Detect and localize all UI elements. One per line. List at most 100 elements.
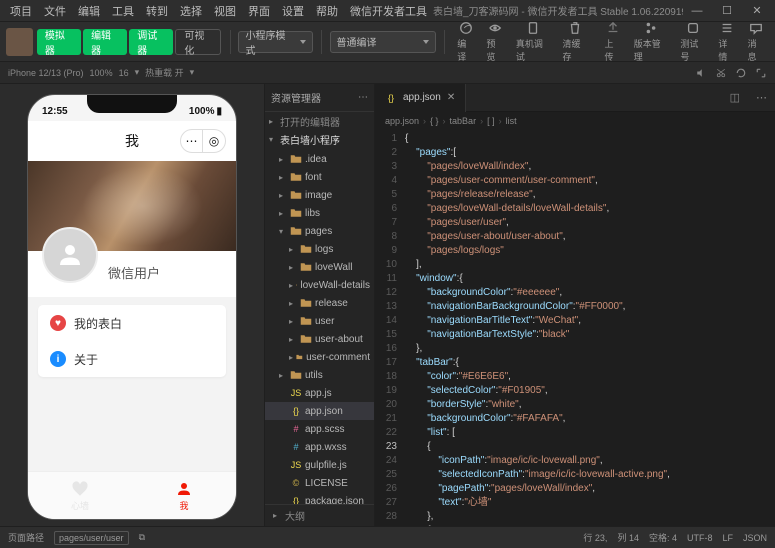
tree-loveWall[interactable]: ▸loveWall [265,258,374,276]
indent[interactable]: 空格: 4 [649,531,677,544]
mode-select[interactable]: 小程序模式 [238,31,312,53]
open-editors-section[interactable]: ▸打开的编辑器 [265,112,374,130]
copy-icon[interactable]: ⧉ [139,532,145,543]
window-title: 表白墙_刀客源码网 - 微信开发者工具 Stable 1.06.2209190 [433,3,683,18]
toolbar-模拟器[interactable]: 模拟器 [37,29,81,55]
menu-dots-icon[interactable]: ⋯ [181,130,203,152]
more-icon[interactable]: ⋯ [358,92,368,103]
tree-app.json[interactable]: {}app.json [265,402,374,420]
nav-header: 我 ⋯ ◎ [28,121,236,161]
test-button[interactable]: 测试号 [676,21,710,63]
tree-font[interactable]: ▸font [265,168,374,186]
compile-button[interactable]: 编译 [453,21,478,63]
menu-选择[interactable]: 选择 [174,3,208,19]
target-icon[interactable]: ◎ [203,130,225,152]
clock: 12:55 [42,106,68,117]
cut-icon[interactable] [715,67,727,79]
rotate-icon[interactable] [735,67,747,79]
maximize-button[interactable]: ☐ [713,2,741,20]
detail-button[interactable]: 详情 [714,21,739,63]
zoom-level[interactable]: 100% [90,68,113,78]
toolbar-编辑器[interactable]: 编辑器 [83,29,127,55]
menu-转到[interactable]: 转到 [140,3,174,19]
clear-cache-button[interactable]: 清缓存 [558,21,592,63]
username: 微信用户 [108,263,160,282]
tree-loveWall-details[interactable]: ▸loveWall-details [265,276,374,294]
mute-icon[interactable] [695,67,707,79]
tree-package.json[interactable]: {}package.json [265,492,374,504]
tree-app.wxss[interactable]: #app.wxss [265,438,374,456]
project-section[interactable]: ▾表白墙小程序 [265,130,374,148]
user-avatar[interactable] [6,28,33,56]
tab-app-json[interactable]: {} app.json ✕ [375,84,466,112]
list-item[interactable]: i关于 [38,341,226,377]
menu-帮助[interactable]: 帮助 [310,3,344,19]
capsule: ⋯ ◎ [180,129,226,153]
menu-编辑[interactable]: 编辑 [72,3,106,19]
simulator-panel: 12:55 100%▮ 我 ⋯ ◎ 微信用户 ♥我的表白i关于 心墙我 [0,84,265,526]
breadcrumb[interactable]: app.json›{ }›tabBar›[ ]›list [375,112,775,130]
toolbar: 模拟器编辑器调试器可视化 小程序模式 普通编译 编译 预览 真机调试 清缓存 上… [0,22,775,62]
main-area: 12:55 100%▮ 我 ⋯ ◎ 微信用户 ♥我的表白i关于 心墙我 [0,84,775,526]
menu-工具[interactable]: 工具 [106,3,140,19]
cursor-col[interactable]: 列 14 [617,531,639,544]
tree-.idea[interactable]: ▸.idea [265,150,374,168]
tree-user[interactable]: ▸user [265,312,374,330]
version-button[interactable]: 版本管理 [630,21,673,63]
page-path[interactable]: pages/user/user [54,531,129,545]
tabbar: 心墙我 [28,471,236,519]
toolbar-调试器[interactable]: 调试器 [129,29,173,55]
avatar[interactable] [42,227,98,283]
cursor-line[interactable]: 行 23, [583,531,607,544]
tree-pages[interactable]: ▾pages [265,222,374,240]
list-item[interactable]: ♥我的表白 [38,305,226,341]
menu-设置[interactable]: 设置 [276,3,310,19]
heart-icon: ♥ [50,315,66,331]
phone-frame: 12:55 100%▮ 我 ⋯ ◎ 微信用户 ♥我的表白i关于 心墙我 [27,94,237,520]
close-icon[interactable]: ✕ [447,92,455,103]
menu-文件[interactable]: 文件 [38,3,72,19]
tree-user-comment[interactable]: ▸user-comment [265,348,374,366]
minimize-button[interactable]: — [683,2,711,20]
eol[interactable]: LF [722,533,733,543]
hot-reload[interactable]: 热重载 开 [145,66,184,79]
notch [87,95,177,113]
more-icon[interactable]: ⋯ [748,91,775,104]
profile-card: 微信用户 [28,251,236,297]
status-bar-bottom: 页面路径 pages/user/user ⧉ 行 23, 列 14 空格: 4 … [0,526,775,548]
tree-release[interactable]: ▸release [265,294,374,312]
upload-button[interactable]: 上传 [600,21,625,63]
outline-section[interactable]: ▸大纲 [265,504,374,526]
explorer-header: 资源管理器 ⋯ [265,84,374,112]
real-device-button[interactable]: 真机调试 [512,21,555,63]
tree-utils[interactable]: ▸utils [265,366,374,384]
tree-app.scss[interactable]: #app.scss [265,420,374,438]
menu-视图[interactable]: 视图 [208,3,242,19]
tree-app.js[interactable]: JSapp.js [265,384,374,402]
tree-logs[interactable]: ▸logs [265,240,374,258]
tree-gulpfile.js[interactable]: JSgulpfile.js [265,456,374,474]
device-name[interactable]: iPhone 12/13 (Pro) [8,68,84,78]
message-button[interactable]: 消息 [744,21,769,63]
compile-select[interactable]: 普通编译 [330,31,437,53]
tree-LICENSE[interactable]: ©LICENSE [265,474,374,492]
toolbar-可视化[interactable]: 可视化 [175,29,221,55]
tab-心墙[interactable]: 心墙 [28,472,132,519]
close-button[interactable]: ✕ [743,2,771,20]
tree-libs[interactable]: ▸libs [265,204,374,222]
menubar: 项目文件编辑工具转到选择视图界面设置帮助微信开发者工具 表白墙_刀客源码网 - … [0,0,775,22]
expand-icon[interactable] [755,67,767,79]
code-editor[interactable]: 1{2 "pages":[3 "pages/loveWall/index",4 … [375,130,775,526]
menu-项目[interactable]: 项目 [4,3,38,19]
tree-image[interactable]: ▸image [265,186,374,204]
tab-我[interactable]: 我 [132,472,236,519]
preview-button[interactable]: 预览 [483,21,508,63]
menu-界面[interactable]: 界面 [242,3,276,19]
info-icon: i [50,351,66,367]
explorer-panel: 资源管理器 ⋯ ▸打开的编辑器 ▾表白墙小程序 ▸.idea▸font▸imag… [265,84,375,526]
menu-微信开发者工具[interactable]: 微信开发者工具 [344,3,433,19]
encoding[interactable]: UTF-8 [687,533,713,543]
split-icon[interactable]: ◫ [722,91,748,104]
language[interactable]: JSON [743,533,767,543]
tree-user-about[interactable]: ▸user-about [265,330,374,348]
